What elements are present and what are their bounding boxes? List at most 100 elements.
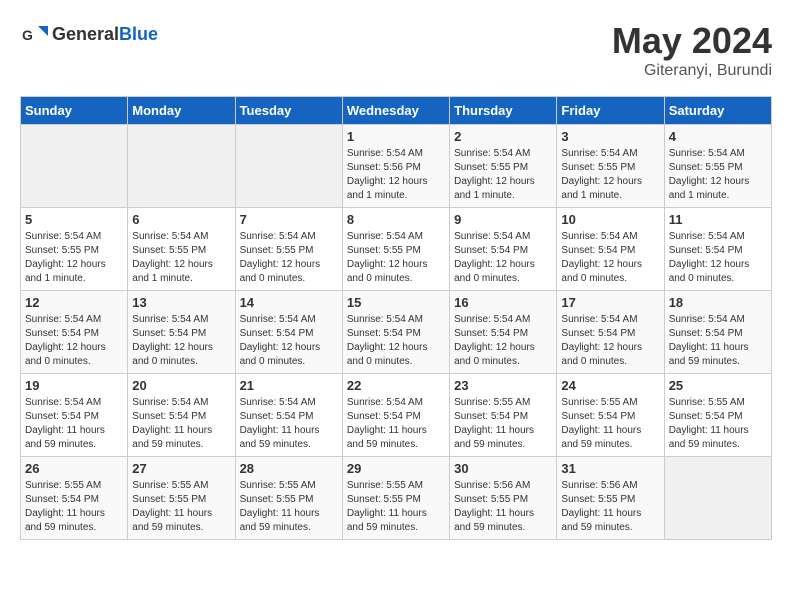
day-number: 1	[347, 129, 445, 144]
day-info: Sunrise: 5:54 AM Sunset: 5:54 PM Dayligh…	[669, 230, 767, 286]
day-cell: 10 Sunrise: 5:54 AM Sunset: 5:54 PM Dayli…	[557, 208, 664, 291]
day-info: Sunrise: 5:54 AM Sunset: 5:54 PM Dayligh…	[561, 313, 659, 369]
day-number: 12	[25, 295, 123, 310]
day-cell: 22 Sunrise: 5:54 AM Sunset: 5:54 PM Dayli…	[342, 374, 449, 457]
weekday-header-friday: Friday	[557, 97, 664, 125]
day-cell: 31Sunrise: 5:56 AM Sunset: 5:55 PM Dayli…	[557, 457, 664, 540]
day-cell	[128, 125, 235, 208]
day-number: 25	[669, 378, 767, 393]
day-info: Sunrise: 5:54 AM Sunset: 5:54 PM Dayligh…	[454, 230, 552, 286]
weekday-header-wednesday: Wednesday	[342, 97, 449, 125]
day-info: Sunrise: 5:54 AM Sunset: 5:54 PM Dayligh…	[347, 396, 445, 452]
title-area: May 2024 Giteranyi, Burundi	[612, 20, 772, 80]
day-cell: 14Sunrise: 5:54 AM Sunset: 5:54 PM Dayli…	[235, 291, 342, 374]
day-number: 5	[25, 212, 123, 227]
weekday-header-saturday: Saturday	[664, 97, 771, 125]
day-number: 6	[132, 212, 230, 227]
calendar: SundayMondayTuesdayWednesdayThursdayFrid…	[20, 96, 772, 540]
day-info: Sunrise: 5:55 AM Sunset: 5:55 PM Dayligh…	[347, 479, 445, 535]
day-number: 31	[561, 461, 659, 476]
day-info: Sunrise: 5:54 AM Sunset: 5:55 PM Dayligh…	[240, 230, 338, 286]
day-info: Sunrise: 5:54 AM Sunset: 5:55 PM Dayligh…	[454, 147, 552, 203]
day-info: Sunrise: 5:55 AM Sunset: 5:55 PM Dayligh…	[240, 479, 338, 535]
day-cell: 13 Sunrise: 5:54 AM Sunset: 5:54 PM Dayli…	[128, 291, 235, 374]
logo-general-text: General	[52, 24, 119, 44]
day-number: 18	[669, 295, 767, 310]
day-cell: 30 Sunrise: 5:56 AM Sunset: 5:55 PM Dayli…	[450, 457, 557, 540]
day-number: 4	[669, 129, 767, 144]
day-number: 28	[240, 461, 338, 476]
week-row-1: 1 Sunrise: 5:54 AM Sunset: 5:56 PM Daylig…	[21, 125, 772, 208]
day-number: 27	[132, 461, 230, 476]
day-info: Sunrise: 5:55 AM Sunset: 5:54 PM Dayligh…	[25, 479, 123, 535]
day-cell: 27 Sunrise: 5:55 AM Sunset: 5:55 PM Dayli…	[128, 457, 235, 540]
weekday-header-tuesday: Tuesday	[235, 97, 342, 125]
day-info: Sunrise: 5:54 AM Sunset: 5:54 PM Dayligh…	[132, 313, 230, 369]
day-cell: 12 Sunrise: 5:54 AM Sunset: 5:54 PM Dayli…	[21, 291, 128, 374]
logo: G GeneralBlue	[20, 20, 158, 48]
day-number: 16	[454, 295, 552, 310]
day-info: Sunrise: 5:54 AM Sunset: 5:55 PM Dayligh…	[132, 230, 230, 286]
day-info: Sunrise: 5:54 AM Sunset: 5:56 PM Dayligh…	[347, 147, 445, 203]
day-cell: 1 Sunrise: 5:54 AM Sunset: 5:56 PM Daylig…	[342, 125, 449, 208]
day-number: 20	[132, 378, 230, 393]
day-info: Sunrise: 5:54 AM Sunset: 5:54 PM Dayligh…	[132, 396, 230, 452]
day-info: Sunrise: 5:55 AM Sunset: 5:54 PM Dayligh…	[454, 396, 552, 452]
day-info: Sunrise: 5:54 AM Sunset: 5:55 PM Dayligh…	[25, 230, 123, 286]
day-cell: 4Sunrise: 5:54 AM Sunset: 5:55 PM Daylig…	[664, 125, 771, 208]
day-info: Sunrise: 5:54 AM Sunset: 5:54 PM Dayligh…	[25, 313, 123, 369]
day-number: 7	[240, 212, 338, 227]
day-info: Sunrise: 5:54 AM Sunset: 5:54 PM Dayligh…	[25, 396, 123, 452]
day-number: 22	[347, 378, 445, 393]
day-number: 30	[454, 461, 552, 476]
day-info: Sunrise: 5:55 AM Sunset: 5:54 PM Dayligh…	[669, 396, 767, 452]
day-info: Sunrise: 5:56 AM Sunset: 5:55 PM Dayligh…	[454, 479, 552, 535]
day-number: 13	[132, 295, 230, 310]
day-info: Sunrise: 5:54 AM Sunset: 5:54 PM Dayligh…	[669, 313, 767, 369]
weekday-header-thursday: Thursday	[450, 97, 557, 125]
weekday-header-sunday: Sunday	[21, 97, 128, 125]
day-cell: 20 Sunrise: 5:54 AM Sunset: 5:54 PM Dayli…	[128, 374, 235, 457]
day-number: 29	[347, 461, 445, 476]
day-number: 10	[561, 212, 659, 227]
week-row-5: 26 Sunrise: 5:55 AM Sunset: 5:54 PM Dayli…	[21, 457, 772, 540]
day-number: 8	[347, 212, 445, 227]
day-info: Sunrise: 5:54 AM Sunset: 5:54 PM Dayligh…	[561, 230, 659, 286]
day-number: 26	[25, 461, 123, 476]
day-number: 9	[454, 212, 552, 227]
day-cell: 16 Sunrise: 5:54 AM Sunset: 5:54 PM Dayli…	[450, 291, 557, 374]
day-cell: 25 Sunrise: 5:55 AM Sunset: 5:54 PM Dayli…	[664, 374, 771, 457]
day-number: 2	[454, 129, 552, 144]
day-info: Sunrise: 5:54 AM Sunset: 5:54 PM Dayligh…	[454, 313, 552, 369]
day-info: Sunrise: 5:54 AM Sunset: 5:54 PM Dayligh…	[240, 313, 338, 369]
day-info: Sunrise: 5:54 AM Sunset: 5:54 PM Dayligh…	[347, 313, 445, 369]
day-cell: 24 Sunrise: 5:55 AM Sunset: 5:54 PM Dayli…	[557, 374, 664, 457]
day-number: 17	[561, 295, 659, 310]
day-cell: 11 Sunrise: 5:54 AM Sunset: 5:54 PM Dayli…	[664, 208, 771, 291]
day-info: Sunrise: 5:54 AM Sunset: 5:55 PM Dayligh…	[347, 230, 445, 286]
day-cell	[21, 125, 128, 208]
day-cell: 17 Sunrise: 5:54 AM Sunset: 5:54 PM Dayli…	[557, 291, 664, 374]
day-cell: 8 Sunrise: 5:54 AM Sunset: 5:55 PM Daylig…	[342, 208, 449, 291]
month-title: May 2024	[612, 20, 772, 62]
day-cell: 19Sunrise: 5:54 AM Sunset: 5:54 PM Dayli…	[21, 374, 128, 457]
logo-icon: G	[20, 20, 48, 48]
location-title: Giteranyi, Burundi	[612, 62, 772, 80]
logo-blue-text: Blue	[119, 24, 158, 44]
day-cell: 2 Sunrise: 5:54 AM Sunset: 5:55 PM Daylig…	[450, 125, 557, 208]
day-info: Sunrise: 5:55 AM Sunset: 5:54 PM Dayligh…	[561, 396, 659, 452]
day-number: 3	[561, 129, 659, 144]
week-row-2: 5 Sunrise: 5:54 AM Sunset: 5:55 PM Daylig…	[21, 208, 772, 291]
day-info: Sunrise: 5:55 AM Sunset: 5:55 PM Dayligh…	[132, 479, 230, 535]
day-cell: 21Sunrise: 5:54 AM Sunset: 5:54 PM Dayli…	[235, 374, 342, 457]
day-number: 11	[669, 212, 767, 227]
day-cell	[235, 125, 342, 208]
day-number: 15	[347, 295, 445, 310]
day-cell: 7 Sunrise: 5:54 AM Sunset: 5:55 PM Daylig…	[235, 208, 342, 291]
day-cell: 29 Sunrise: 5:55 AM Sunset: 5:55 PM Dayli…	[342, 457, 449, 540]
day-cell: 9 Sunrise: 5:54 AM Sunset: 5:54 PM Daylig…	[450, 208, 557, 291]
day-number: 23	[454, 378, 552, 393]
day-number: 24	[561, 378, 659, 393]
day-info: Sunrise: 5:54 AM Sunset: 5:54 PM Dayligh…	[240, 396, 338, 452]
day-cell: 15 Sunrise: 5:54 AM Sunset: 5:54 PM Dayli…	[342, 291, 449, 374]
